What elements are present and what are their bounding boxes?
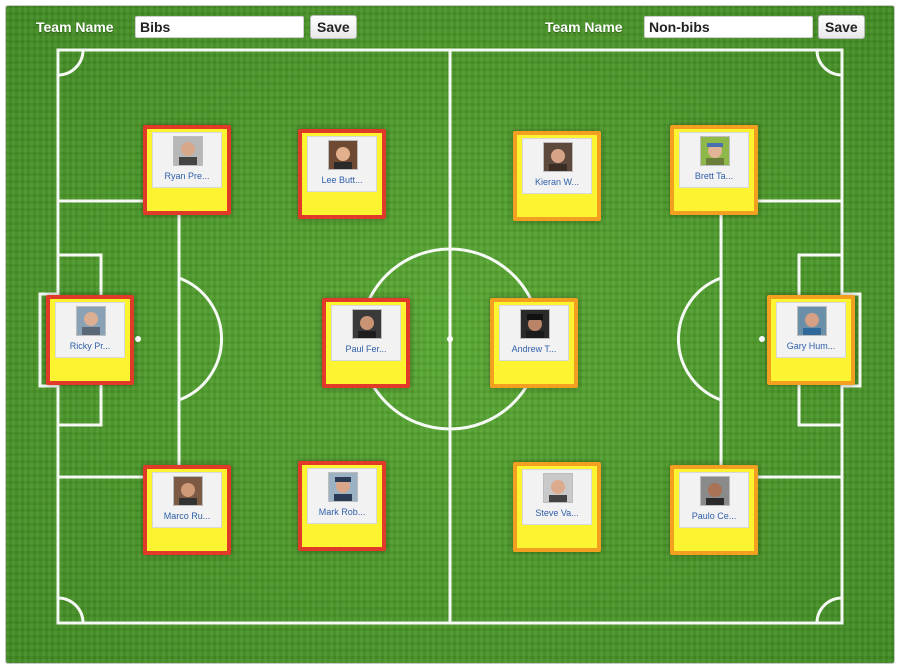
player-card-body: Gary Hum... (776, 302, 846, 358)
player-card[interactable]: Mark Rob... (298, 461, 386, 551)
player-card[interactable]: Ryan Pre... (143, 125, 231, 215)
right-penalty-arc (676, 276, 722, 402)
player-card[interactable]: Ricky Pr... (46, 295, 134, 385)
corner-arc-bottom-right (815, 596, 843, 624)
player-card-body: Andrew T... (499, 305, 569, 361)
player-card-body: Ryan Pre... (152, 132, 222, 188)
player-avatar-icon (328, 472, 358, 502)
player-card-body: Paulo Ce... (679, 472, 749, 528)
centre-spot (447, 336, 453, 342)
player-card[interactable]: Steve Va... (513, 462, 601, 552)
player-avatar-icon (543, 473, 573, 503)
left-penalty-spot (135, 336, 141, 342)
player-card-body: Steve Va... (522, 469, 592, 525)
player-card-body: Marco Ru... (152, 472, 222, 528)
corner-arc-top-right (815, 49, 843, 77)
player-name: Paul Fer... (345, 344, 387, 354)
player-card[interactable]: Kieran W... (513, 131, 601, 221)
player-avatar-icon (700, 136, 730, 166)
player-avatar-icon (797, 306, 827, 336)
player-card[interactable]: Lee Butt... (298, 129, 386, 219)
player-name: Brett Ta... (694, 171, 734, 181)
player-name: Ricky Pr... (69, 341, 111, 351)
football-pitch: Team Name Save Team Name Save Ryan Pre..… (5, 5, 895, 664)
player-name: Andrew T... (511, 344, 557, 354)
player-name: Ryan Pre... (164, 171, 210, 181)
corner-arc-bottom-left (57, 596, 85, 624)
player-card[interactable]: Brett Ta... (670, 125, 758, 215)
player-card-body: Mark Rob... (307, 468, 377, 524)
player-avatar-icon (328, 140, 358, 170)
player-name: Steve Va... (535, 508, 579, 518)
player-avatar-icon (700, 476, 730, 506)
player-name: Marco Ru... (163, 511, 211, 521)
player-card[interactable]: Paul Fer... (322, 298, 410, 388)
player-avatar-icon (520, 309, 550, 339)
player-card[interactable]: Paulo Ce... (670, 465, 758, 555)
player-avatar-icon (173, 136, 203, 166)
player-card-body: Paul Fer... (331, 305, 401, 361)
corner-arc-top-left (57, 49, 85, 77)
player-name: Mark Rob... (318, 507, 366, 517)
pitch-markings (38, 48, 862, 625)
player-card-body: Kieran W... (522, 138, 592, 194)
player-avatar-icon (352, 309, 382, 339)
player-name: Gary Hum... (786, 341, 836, 351)
player-name: Kieran W... (534, 177, 579, 187)
player-card-body: Lee Butt... (307, 136, 377, 192)
player-card[interactable]: Marco Ru... (143, 465, 231, 555)
player-name: Lee Butt... (321, 175, 363, 185)
player-card-body: Ricky Pr... (55, 302, 125, 358)
player-name: Paulo Ce... (691, 511, 737, 521)
player-card[interactable]: Gary Hum... (767, 295, 855, 385)
player-card-body: Brett Ta... (679, 132, 749, 188)
team-bar-nonbibs: Team Name Save (6, 15, 894, 40)
player-avatar-icon (543, 142, 573, 172)
player-avatar-icon (76, 306, 106, 336)
team-name-input[interactable] (644, 16, 813, 38)
right-penalty-spot (759, 336, 765, 342)
player-avatar-icon (173, 476, 203, 506)
team-name-label: Team Name (545, 19, 623, 35)
player-card[interactable]: Andrew T... (490, 298, 578, 388)
save-button[interactable]: Save (818, 15, 865, 39)
left-penalty-arc (178, 276, 224, 402)
